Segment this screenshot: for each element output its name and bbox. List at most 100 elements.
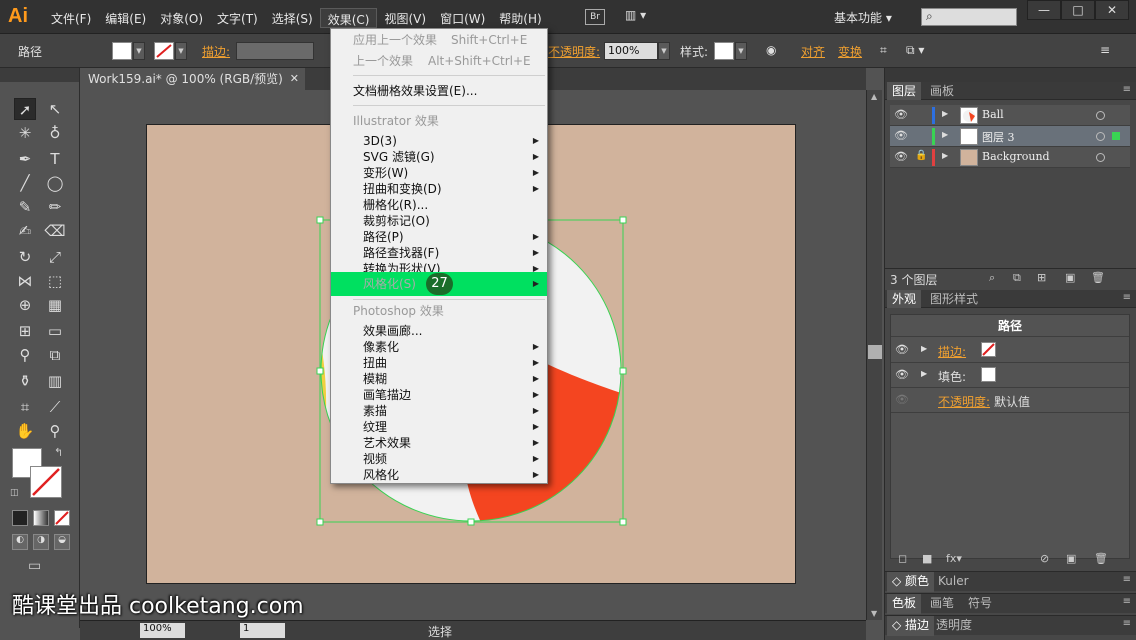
tab-swatches[interactable]: 色板	[887, 594, 922, 614]
hand-tool-icon[interactable]: ✋	[14, 420, 36, 442]
opacity-input[interactable]: 100%	[604, 42, 658, 60]
pen-tool-icon[interactable]: ✒	[14, 148, 36, 170]
isolate-icon[interactable]: ⌗	[880, 43, 887, 58]
appearance-panel-menu-icon[interactable]: ≡	[1123, 292, 1131, 303]
menu-effect[interactable]: 效果(C)	[319, 8, 378, 28]
menu-view[interactable]: 视图(V)	[377, 8, 433, 28]
blob-brush-tool-icon[interactable]: ✍	[14, 220, 36, 242]
slice-tool-icon[interactable]: ⟋	[44, 396, 66, 418]
tab-layers[interactable]: 图层	[887, 82, 922, 100]
new-sublayer-icon[interactable]: ⊞	[1037, 271, 1046, 284]
target-circle-icon[interactable]	[1096, 111, 1105, 120]
lasso-tool-icon[interactable]: ♁	[44, 122, 66, 144]
mesh-tool-icon[interactable]: ⊞	[14, 320, 36, 342]
swap-colors-icon[interactable]: ↰	[54, 446, 63, 459]
menu-type[interactable]: 文字(T)	[210, 8, 265, 28]
maximize-button[interactable]: □	[1061, 0, 1095, 20]
selection-indicator[interactable]	[1112, 132, 1120, 140]
tab-artboards[interactable]: 画板	[925, 82, 959, 100]
target-circle-icon[interactable]	[1096, 132, 1105, 141]
zoom-level-input[interactable]: 100%	[140, 623, 185, 638]
arrange-icon[interactable]: ⧉ ▾	[906, 43, 924, 58]
appearance-opacity-label[interactable]: 不透明度:	[938, 393, 990, 410]
style-dropdown[interactable]: ▼	[735, 42, 747, 60]
new-layer-icon[interactable]: ▣	[1065, 271, 1075, 284]
appearance-stroke-row[interactable]: 👁 ▶ 描边:	[891, 339, 1129, 363]
perspective-grid-tool-icon[interactable]: ▦	[44, 294, 66, 316]
gradient-mode-icon[interactable]	[33, 510, 49, 526]
close-button[interactable]: ✕	[1095, 0, 1129, 20]
opacity-label[interactable]: 不透明度:	[548, 43, 600, 60]
default-colors-icon[interactable]: ◫	[10, 488, 19, 498]
free-transform-tool-icon[interactable]: ⬚	[44, 270, 66, 292]
tab-graphic-styles[interactable]: 图形样式	[925, 290, 983, 308]
expand-triangle-icon[interactable]: ▶	[942, 130, 948, 139]
eraser-tool-icon[interactable]: ⌫	[44, 220, 66, 242]
layer-row[interactable]: 👁 🔒 ▶ Background	[890, 147, 1130, 168]
opacity-dropdown[interactable]: ▼	[658, 42, 670, 60]
close-tab-icon[interactable]: ✕	[290, 68, 299, 90]
duplicate-item-icon[interactable]: ▣	[1066, 552, 1076, 565]
minimize-button[interactable]: —	[1027, 0, 1061, 20]
expand-triangle-icon[interactable]: ▶	[942, 151, 948, 160]
stroke-swatch[interactable]	[154, 42, 174, 60]
menu-select[interactable]: 选择(S)	[265, 8, 320, 28]
screen-mode-icon[interactable]: ▭	[28, 558, 41, 574]
visibility-eye-icon[interactable]: 👁	[894, 150, 908, 163]
menu-distort-transform[interactable]: 扭曲和变换(D) ▶	[331, 181, 547, 197]
scroll-down-icon[interactable]: ▼	[871, 609, 877, 618]
expand-triangle-icon[interactable]: ▶	[942, 109, 948, 118]
tab-stroke[interactable]: ◇ 描边	[887, 616, 935, 636]
help-search-input[interactable]: ⌕	[921, 8, 1017, 26]
draw-normal-icon[interactable]: ◐	[12, 534, 28, 550]
add-effect-icon[interactable]: fx▾	[946, 552, 962, 565]
visibility-eye-icon[interactable]: 👁	[894, 129, 908, 142]
tab-color[interactable]: ◇ 颜色	[887, 572, 935, 592]
fill-dropdown[interactable]: ▼	[133, 42, 145, 60]
menu-window[interactable]: 窗口(W)	[433, 8, 492, 28]
appearance-stroke-label[interactable]: 描边:	[938, 343, 966, 360]
scroll-thumb[interactable]	[868, 345, 882, 359]
menu-distort[interactable]: 扭曲 ▶	[331, 355, 547, 371]
layer-row[interactable]: 👁 ▶ 图层 3	[890, 126, 1130, 147]
menu-stylize-photoshop[interactable]: 风格化 ▶	[331, 467, 547, 483]
symbol-sprayer-tool-icon[interactable]: ⚱	[14, 370, 36, 392]
menu-rasterize[interactable]: 栅格化(R)...	[331, 197, 547, 213]
menu-warp[interactable]: 变形(W) ▶	[331, 165, 547, 181]
menu-svg-filters[interactable]: SVG 滤镜(G) ▶	[331, 149, 547, 165]
blend-tool-icon[interactable]: ⧉	[44, 344, 66, 366]
align-link[interactable]: 对齐	[801, 43, 825, 60]
layers-panel-menu-icon[interactable]: ≡	[1123, 84, 1131, 95]
style-swatch[interactable]	[714, 42, 734, 60]
draw-behind-icon[interactable]: ◑	[33, 534, 49, 550]
locate-object-icon[interactable]: ⌕	[989, 271, 995, 285]
panel-menu-icon[interactable]: ≡	[1100, 43, 1110, 57]
appearance-fill-swatch[interactable]	[981, 367, 996, 382]
lock-icon[interactable]: 🔒	[915, 150, 927, 161]
gradient-tool-icon[interactable]: ▭	[44, 320, 66, 342]
tab-symbols[interactable]: 符号	[963, 594, 997, 614]
color-panel-menu-icon[interactable]: ≡	[1123, 574, 1131, 585]
workspace-switcher[interactable]: 基本功能 ▾	[834, 9, 892, 26]
type-tool-icon[interactable]: T	[44, 148, 66, 170]
menu-help[interactable]: 帮助(H)	[492, 8, 548, 28]
delete-layer-icon[interactable]: 🗑	[1091, 271, 1105, 284]
menu-raster-settings[interactable]: 文档栅格效果设置(E)...	[331, 83, 547, 99]
menu-file[interactable]: 文件(F)	[44, 8, 98, 28]
stroke-dropdown[interactable]: ▼	[175, 42, 187, 60]
menu-artistic[interactable]: 艺术效果 ▶	[331, 435, 547, 451]
width-tool-icon[interactable]: ⋈	[14, 270, 36, 292]
expand-triangle-icon[interactable]: ▶	[921, 369, 927, 378]
scroll-up-icon[interactable]: ▲	[871, 92, 877, 101]
vertical-scrollbar[interactable]: ▲ ▼	[866, 90, 882, 620]
tab-kuler[interactable]: Kuler	[933, 572, 974, 592]
menu-texture[interactable]: 纹理 ▶	[331, 419, 547, 435]
draw-inside-icon[interactable]: ◒	[54, 534, 70, 550]
current-tool-status[interactable]: 选择	[428, 623, 452, 640]
make-clipping-mask-icon[interactable]: ⧉	[1013, 271, 1021, 285]
rotate-tool-icon[interactable]: ↻	[14, 246, 36, 268]
appearance-stroke-swatch[interactable]	[981, 342, 996, 357]
shape-builder-tool-icon[interactable]: ⊕	[14, 294, 36, 316]
none-mode-icon[interactable]	[54, 510, 70, 526]
menu-stylize-illustrator[interactable]: 风格化(S) 27 ▶	[331, 272, 547, 296]
